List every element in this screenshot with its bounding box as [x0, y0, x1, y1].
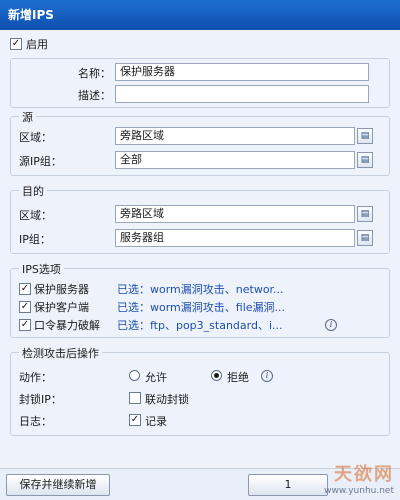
source-zone-input[interactable]: 旁路区域 [115, 127, 355, 145]
allow-radio[interactable] [129, 370, 140, 381]
action-label: 动作： [19, 371, 52, 384]
enable-label: 启用 [26, 38, 48, 51]
ips-option-selected-link[interactable]: 已选：ftp、pop3_standard、i... [117, 317, 283, 333]
source-zone-picker-icon[interactable]: ▤ [357, 128, 373, 144]
destination-zone-picker-icon[interactable]: ▤ [357, 206, 373, 222]
ips-option-label: 保护客户端 [34, 301, 89, 314]
ips-options-title: IPS选项 [19, 261, 64, 277]
deny-radio[interactable] [211, 370, 222, 381]
log-option-label: 记录 [145, 415, 167, 428]
ips-option-selected-link[interactable]: 已选：worm漏洞攻击、networ... [117, 281, 284, 297]
source-section: 源 区域： 旁路区域 ▤ 源IP组： 全部 ▤ [10, 109, 390, 176]
ips-option-selected-link[interactable]: 已选：worm漏洞攻击、file漏洞... [117, 299, 285, 315]
action-title: 检测攻击后操作 [19, 345, 102, 361]
save-and-continue-button[interactable]: 保存并继续新增 [6, 474, 110, 496]
block-ip-option-label: 联动封锁 [145, 393, 189, 406]
watermark-brand: 天欲网 [334, 464, 394, 485]
log-label: 日志： [19, 415, 52, 428]
source-zone-label: 区域： [19, 131, 52, 144]
source-group-input[interactable]: 全部 [115, 151, 355, 169]
ips-option-row: ✓ 保护客户端 已选：worm漏洞攻击、file漏洞... [19, 299, 285, 315]
ips-option-label: 保护服务器 [34, 283, 89, 296]
desc-input[interactable] [115, 85, 369, 103]
destination-zone-label: 区域： [19, 209, 52, 222]
ips-options-section: IPS选项 ✓ 保护服务器 已选：worm漏洞攻击、networ... ✓ 保护… [10, 261, 390, 338]
allow-label: 允许 [145, 371, 167, 384]
ips-option-checkbox[interactable]: ✓ [19, 301, 31, 313]
destination-group-picker-icon[interactable]: ▤ [357, 230, 373, 246]
desc-label: 描述： [78, 89, 111, 102]
destination-zone-input[interactable]: 旁路区域 [115, 205, 355, 223]
deny-label: 拒绝 [227, 371, 249, 384]
dialog-body: ✓ 启用 名称： 保护服务器 描述： 源 区域： 旁路区域 ▤ 源IP组： 全部… [0, 30, 400, 500]
ips-option-row: ✓ 口令暴力破解 已选：ftp、pop3_standard、i... i [19, 317, 337, 333]
enable-checkbox[interactable]: ✓ [10, 38, 22, 50]
info-icon[interactable]: i [261, 370, 273, 382]
source-group-picker-icon[interactable]: ▤ [357, 152, 373, 168]
basic-section: 名称： 保护服务器 描述： [10, 58, 390, 108]
ips-option-row: ✓ 保护服务器 已选：worm漏洞攻击、networ... [19, 281, 284, 297]
ips-option-label: 口令暴力破解 [34, 319, 100, 332]
watermark-logo: 天欲网 www.yunhu.net [324, 460, 394, 496]
block-ip-label: 封锁IP： [19, 393, 62, 406]
source-group-label: 源IP组： [19, 155, 62, 168]
dialog-title-bar: 新增IPS [0, 0, 400, 30]
block-ip-checkbox[interactable] [129, 392, 141, 404]
ips-option-checkbox[interactable]: ✓ [19, 283, 31, 295]
secondary-button[interactable]: 1 [248, 474, 328, 496]
destination-section: 目的 区域： 旁路区域 ▤ IP组： 服务器组 ▤ [10, 183, 390, 254]
ips-option-checkbox[interactable]: ✓ [19, 319, 31, 331]
name-input[interactable]: 保护服务器 [115, 63, 369, 81]
watermark-url: www.yunhu.net [324, 486, 394, 496]
destination-group-label: IP组： [19, 233, 51, 246]
log-checkbox[interactable]: ✓ [129, 414, 141, 426]
source-title: 源 [19, 109, 36, 125]
destination-group-input[interactable]: 服务器组 [115, 229, 355, 247]
action-section: 检测攻击后操作 动作： 允许 拒绝 i 封锁IP： 联动封锁 日志： ✓ 记录 [10, 345, 390, 436]
name-label: 名称： [78, 67, 111, 80]
info-icon[interactable]: i [325, 319, 337, 331]
enable-toggle[interactable]: ✓ 启用 [10, 36, 48, 52]
dialog-title: 新增IPS [8, 8, 54, 22]
destination-title: 目的 [19, 183, 47, 199]
